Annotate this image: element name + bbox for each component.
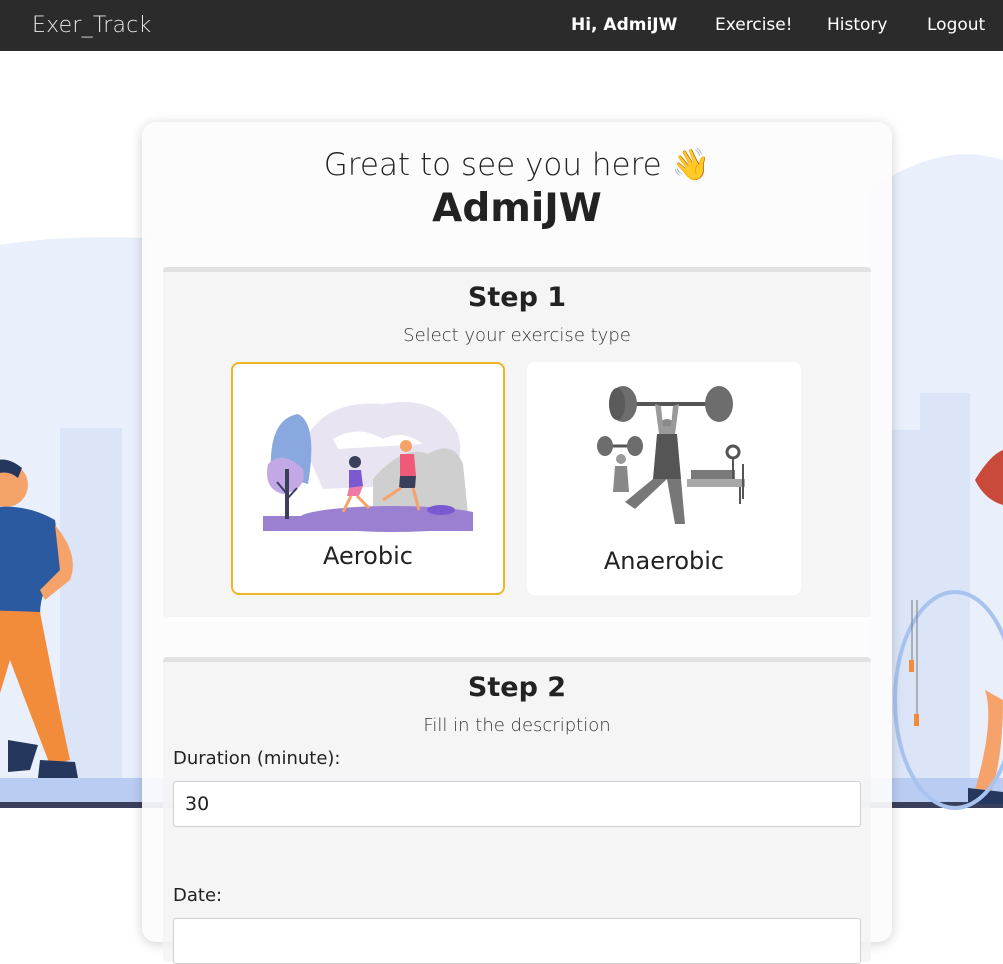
brand-logo[interactable]: Exer_Track: [32, 13, 151, 38]
step1-section: Step 1 Select your exercise type Aerobic…: [163, 267, 871, 617]
step1-subtitle: Select your exercise type: [403, 325, 631, 346]
date-label: Date:: [173, 885, 223, 906]
anaerobic-option-label: Anaerobic: [603, 547, 725, 575]
aerobic-option-card[interactable]: Aerobic: [231, 362, 505, 595]
username-heading: AdmiJW: [432, 186, 602, 231]
nav-link-logout[interactable]: Logout: [927, 15, 985, 35]
anaerobic-option-card[interactable]: Anaerobic: [527, 362, 801, 595]
duration-label: Duration (minute):: [173, 748, 341, 769]
nav-link-exercise[interactable]: Exercise!: [715, 15, 793, 35]
running-people-illustration-icon: [263, 402, 473, 532]
step1-title: Step 1: [467, 282, 567, 313]
aerobic-option-label: Aerobic: [323, 542, 413, 570]
welcome-greeting: Great to see you here 👋: [323, 147, 711, 183]
top-navbar: Exer_Track Hi, AdmiJW Exercise! History …: [0, 0, 1003, 51]
nav-user-greeting[interactable]: Hi, AdmiJW: [571, 15, 677, 35]
date-input[interactable]: [173, 918, 861, 964]
duration-input[interactable]: 30: [173, 781, 861, 827]
step2-subtitle: Fill in the description: [423, 715, 611, 736]
step2-title: Step 2: [467, 672, 567, 703]
step2-section: Step 2 Fill in the description Duration …: [163, 657, 871, 964]
nav-link-history[interactable]: History: [827, 15, 887, 35]
weightlifting-illustration-icon: [597, 386, 745, 524]
exercise-form-card: Great to see you here 👋 AdmiJW Step 1 Se…: [142, 122, 892, 964]
